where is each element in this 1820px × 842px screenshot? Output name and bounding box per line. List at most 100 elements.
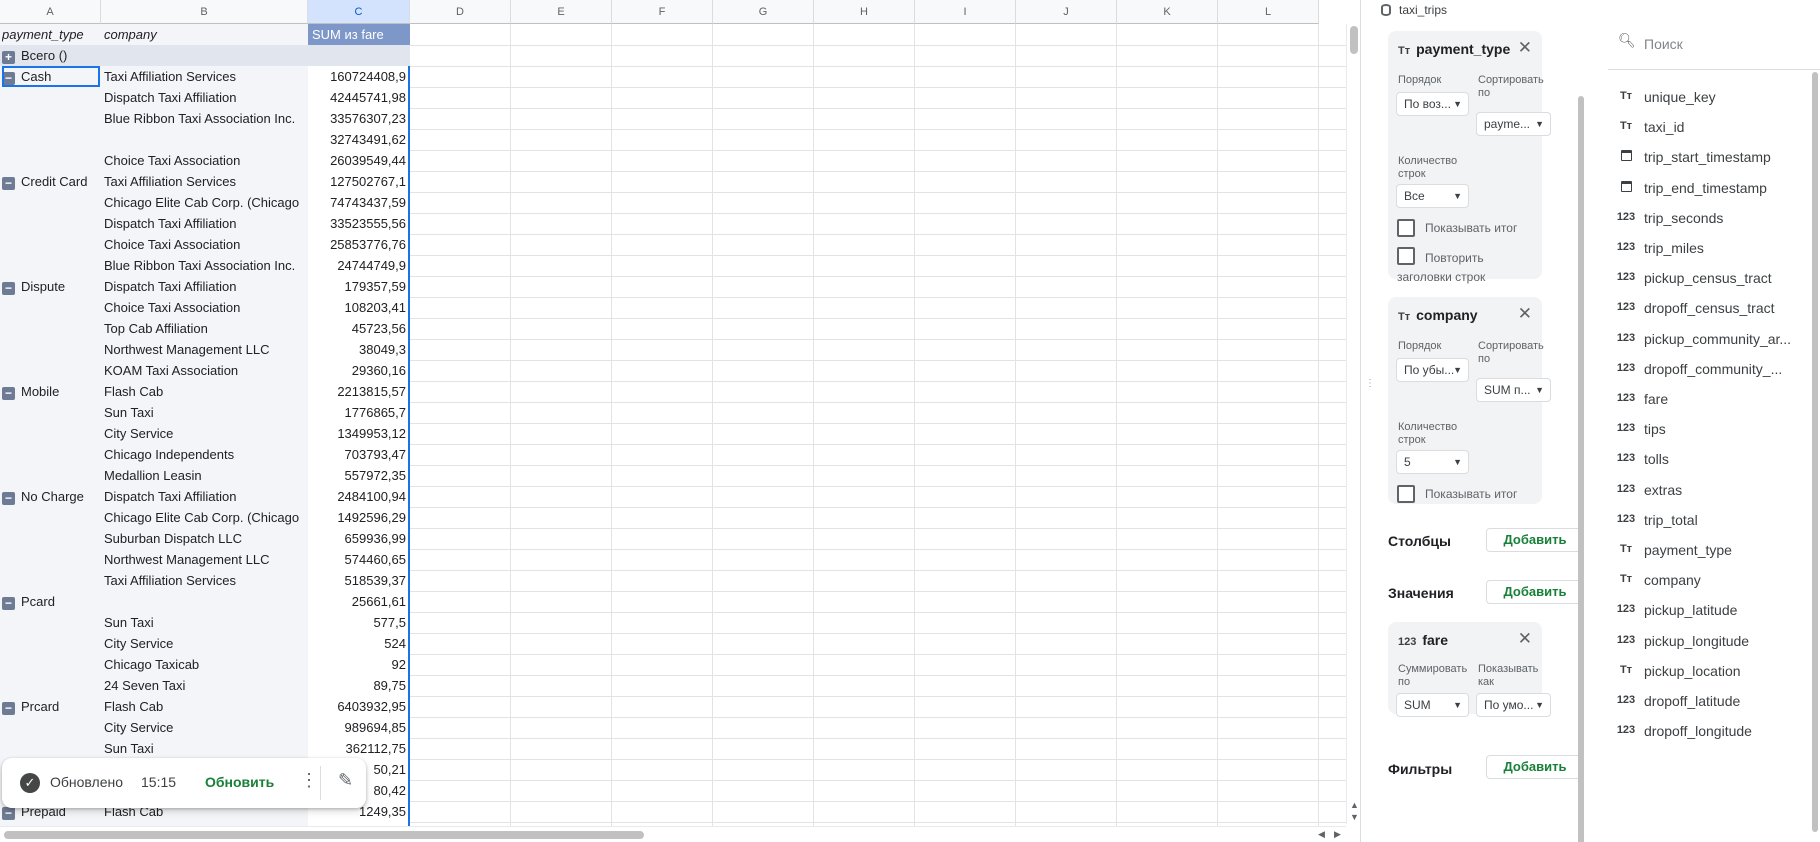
payment-type-cell[interactable] [2, 570, 100, 591]
column-header-11[interactable]: L [1218, 0, 1319, 24]
payment-type-cell[interactable] [2, 507, 100, 528]
company-cell[interactable]: Choice Taxi Association [104, 297, 306, 318]
payment-type-cell[interactable] [2, 87, 100, 108]
payment-type-cell[interactable] [2, 675, 100, 696]
scroll-left-arrow-icon[interactable]: ◀ [1318, 829, 1325, 840]
scroll-thumb[interactable] [1350, 26, 1358, 54]
sum-fare-cell[interactable]: 2213815,57 [308, 381, 406, 402]
company-cell[interactable]: Choice Taxi Association [104, 234, 306, 255]
sum-fare-cell[interactable]: 38049,3 [308, 339, 406, 360]
field-search-input[interactable] [1644, 32, 1804, 56]
company-cell[interactable]: Taxi Affiliation Services [104, 570, 306, 591]
company-cell[interactable]: Flash Cab [104, 696, 306, 717]
column-header-6[interactable]: G [713, 0, 814, 24]
company-cell[interactable]: City Service [104, 423, 306, 444]
collapse-icon[interactable]: − [2, 492, 15, 505]
sum-fare-cell[interactable]: 703793,47 [308, 444, 406, 465]
payment-type-cell[interactable]: − Credit Card [2, 171, 100, 192]
company-cell[interactable]: Dispatch Taxi Affiliation [104, 87, 306, 108]
column-header-3[interactable]: D [410, 0, 511, 24]
company-cell[interactable]: Chicago Elite Cab Corp. (Chicago [104, 192, 306, 213]
add-value-button[interactable]: Добавить [1486, 580, 1584, 604]
payment-type-cell[interactable] [2, 444, 100, 465]
company-cell[interactable]: Blue Ribbon Taxi Association Inc. [104, 108, 306, 129]
scroll-right-arrow-icon[interactable]: ▶ [1334, 829, 1341, 840]
sum-fare-cell[interactable]: 25661,61 [308, 591, 406, 612]
scroll-down-arrow-icon[interactable]: ▼ [1350, 812, 1359, 822]
company-cell[interactable]: Dispatch Taxi Affiliation [104, 276, 306, 297]
field-item[interactable]: 123 pickup_latitude [1608, 596, 1808, 626]
company-cell[interactable]: Sun Taxi [104, 402, 306, 423]
close-icon[interactable]: ✕ [1518, 629, 1532, 649]
summarize-by-dropdown[interactable]: SUM ▼ [1396, 693, 1469, 717]
order-dropdown[interactable]: По воз... ▼ [1396, 92, 1469, 116]
company-cell[interactable]: Taxi Affiliation Services [104, 171, 306, 192]
expand-icon[interactable]: + [2, 51, 15, 64]
field-item[interactable]: 123 extras [1608, 476, 1808, 506]
sum-fare-cell[interactable]: 2484100,94 [308, 486, 406, 507]
sum-fare-cell[interactable]: 179357,59 [308, 276, 406, 297]
sum-fare-cell[interactable]: 33523555,56 [308, 213, 406, 234]
sum-fare-cell[interactable]: 108203,41 [308, 297, 406, 318]
column-header-0[interactable]: A [0, 0, 101, 24]
payment-type-cell[interactable] [2, 423, 100, 444]
sum-fare-cell[interactable]: 6403932,95 [308, 696, 406, 717]
spreadsheet-grid[interactable]: ABCDEFGHIJKL payment_type company SUM из… [0, 0, 1360, 842]
close-icon[interactable]: ✕ [1518, 38, 1532, 58]
payment-type-cell[interactable]: − Cash [2, 66, 100, 87]
field-item[interactable]: 123 dropoff_community_... [1608, 355, 1808, 385]
show-total-checkbox[interactable] [1397, 485, 1415, 503]
payment-type-cell[interactable] [2, 402, 100, 423]
close-icon[interactable]: ✕ [1518, 304, 1532, 324]
payment-type-cell[interactable] [2, 234, 100, 255]
grand-total-cell[interactable]: + Всего () [2, 45, 302, 66]
company-cell[interactable]: Taxi Affiliation Services [104, 66, 306, 87]
horizontal-scrollbar[interactable]: ◀ ▶ [0, 826, 1346, 842]
sum-fare-cell[interactable]: 89,75 [308, 675, 406, 696]
show-total-checkbox[interactable] [1397, 219, 1415, 237]
collapse-icon[interactable]: − [2, 597, 15, 610]
field-item[interactable]: Tт payment_type [1608, 536, 1808, 566]
config-pane-scrollbar[interactable] [1578, 96, 1584, 842]
payment-type-cell[interactable] [2, 465, 100, 486]
payment-type-cell[interactable]: − No Charge [2, 486, 100, 507]
header-payment-type[interactable]: payment_type [2, 24, 100, 45]
field-item[interactable]: 123 dropoff_longitude [1608, 717, 1808, 747]
company-cell[interactable]: City Service [104, 717, 306, 738]
payment-type-cell[interactable] [2, 654, 100, 675]
column-header-7[interactable]: H [814, 0, 915, 24]
payment-type-cell[interactable] [2, 549, 100, 570]
sum-fare-cell[interactable]: 33576307,23 [308, 108, 406, 129]
payment-type-cell[interactable] [2, 150, 100, 171]
collapse-icon[interactable]: − [2, 702, 15, 715]
header-sum-fare[interactable]: SUM из fare [308, 24, 410, 45]
company-cell[interactable]: Dispatch Taxi Affiliation [104, 486, 306, 507]
company-cell[interactable]: Chicago Elite Cab Corp. (Chicago [104, 507, 306, 528]
panel-resize-handle[interactable]: ⋮ [1365, 378, 1375, 389]
sum-fare-cell[interactable]: 989694,85 [308, 717, 406, 738]
sum-fare-cell[interactable]: 45723,56 [308, 318, 406, 339]
sum-fare-cell[interactable]: 32743491,62 [308, 129, 406, 150]
collapse-icon[interactable]: − [2, 807, 15, 820]
company-cell[interactable]: Chicago Taxicab [104, 654, 306, 675]
sum-fare-cell[interactable]: 29360,16 [308, 360, 406, 381]
payment-type-cell[interactable] [2, 213, 100, 234]
order-dropdown[interactable]: По убы... ▼ [1396, 358, 1469, 382]
sum-fare-cell[interactable]: 25853776,76 [308, 234, 406, 255]
field-item[interactable]: 123 fare [1608, 385, 1808, 415]
sum-fare-cell[interactable]: 362112,75 [308, 738, 407, 759]
payment-type-cell[interactable] [2, 528, 100, 549]
company-cell[interactable]: Top Cab Affiliation [104, 318, 306, 339]
field-item[interactable]: trip_start_timestamp [1608, 143, 1808, 173]
company-cell[interactable]: Flash Cab [104, 381, 306, 402]
row-count-dropdown[interactable]: Все ▼ [1396, 184, 1469, 208]
payment-type-cell[interactable] [2, 318, 100, 339]
field-item[interactable]: 123 tolls [1608, 445, 1808, 475]
payment-type-cell[interactable] [2, 717, 100, 738]
company-cell[interactable]: Northwest Management LLC [104, 549, 306, 570]
collapse-icon[interactable]: − [2, 177, 15, 190]
column-header-4[interactable]: E [511, 0, 612, 24]
payment-type-cell[interactable] [2, 192, 100, 213]
payment-type-cell[interactable] [2, 633, 100, 654]
company-cell[interactable] [104, 129, 306, 150]
